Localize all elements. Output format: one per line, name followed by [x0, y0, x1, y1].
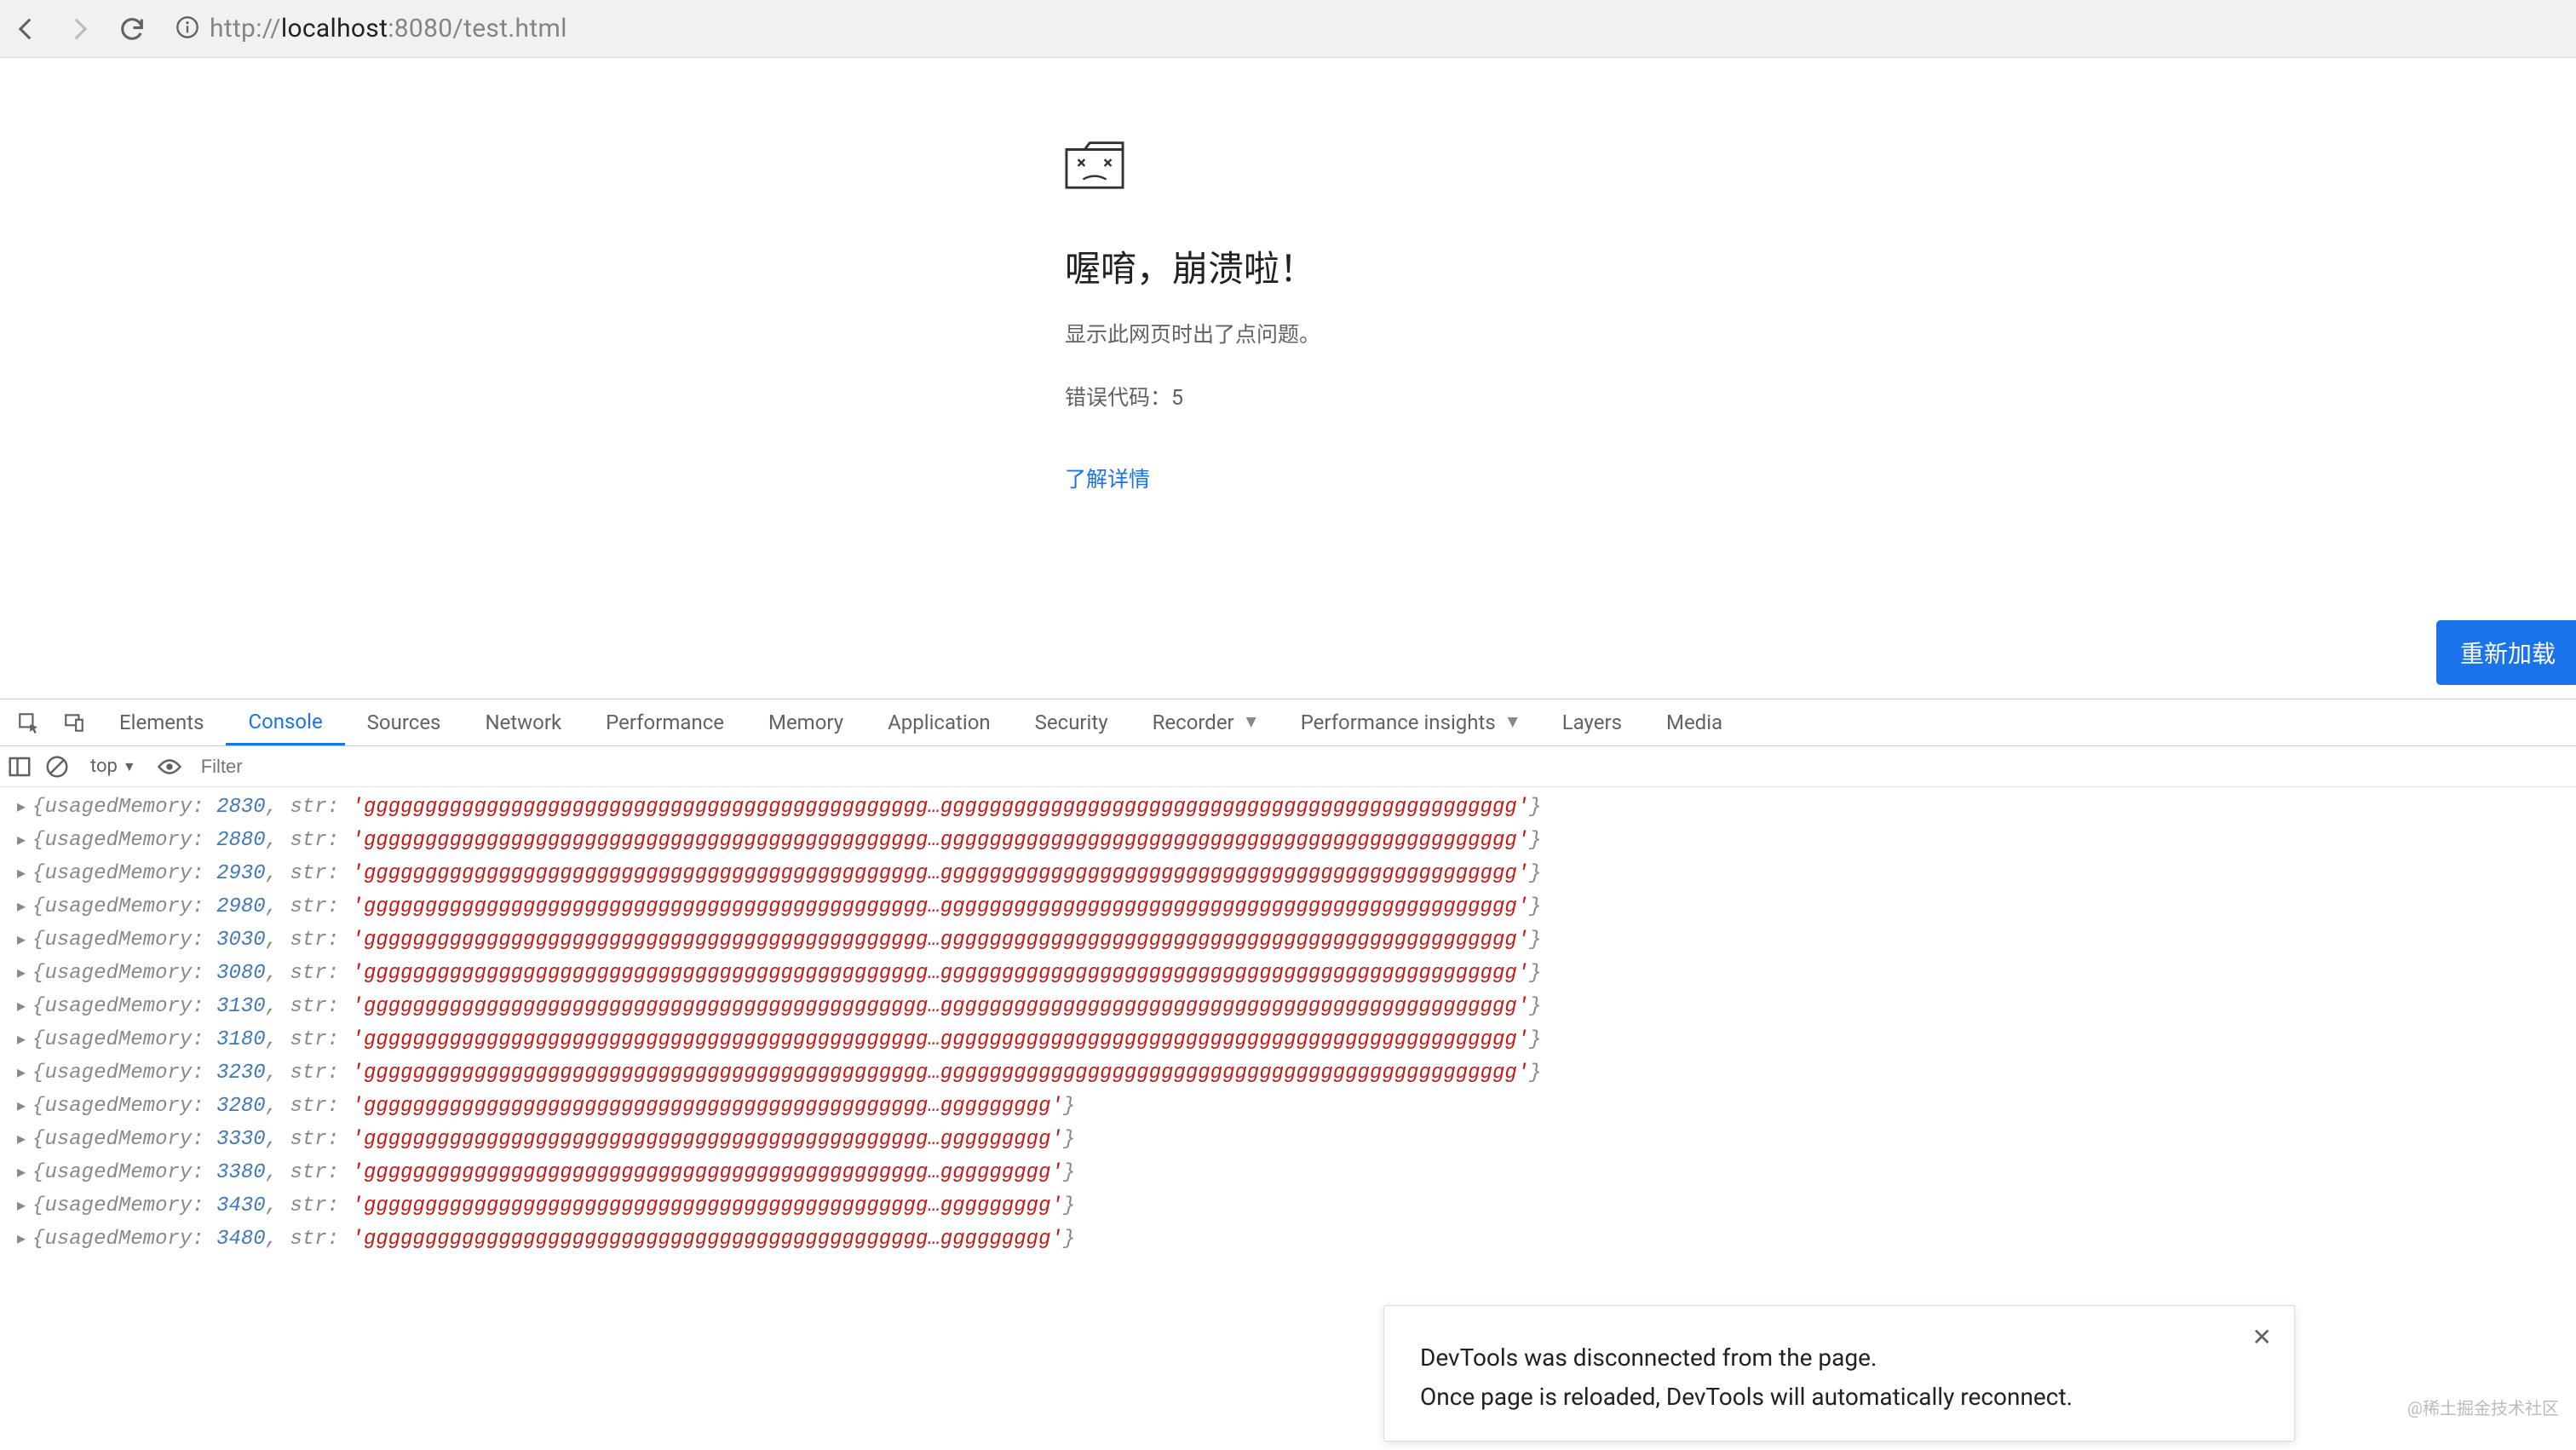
tab-network[interactable]: Network: [463, 699, 584, 745]
devices-icon: [63, 711, 85, 734]
disconnect-line1: DevTools was disconnected from the page.: [1420, 1338, 2258, 1378]
tab-application[interactable]: Application: [865, 699, 1013, 745]
log-row[interactable]: ▸{usagedMemory: 2980, str: 'gggggggggggg…: [0, 890, 2576, 924]
expand-icon[interactable]: ▸: [17, 796, 26, 818]
dead-folder-icon: [1065, 139, 1124, 190]
experimental-icon: [1246, 717, 1256, 728]
error-subtitle: 显示此网页时出了点问题。: [1065, 318, 1576, 348]
expand-icon[interactable]: ▸: [17, 1194, 26, 1217]
tab-sources[interactable]: Sources: [345, 699, 463, 745]
info-icon: [175, 15, 199, 39]
log-row[interactable]: ▸{usagedMemory: 3280, str: 'gggggggggggg…: [0, 1090, 2576, 1123]
clear-console-button[interactable]: [44, 754, 70, 780]
expand-icon[interactable]: ▸: [17, 929, 26, 951]
inspect-element-icon[interactable]: [15, 710, 41, 735]
expand-icon[interactable]: ▸: [17, 829, 26, 851]
reload-icon: [118, 14, 147, 43]
tab-memory[interactable]: Memory: [746, 699, 865, 745]
log-row[interactable]: ▸{usagedMemory: 2880, str: 'gggggggggggg…: [0, 824, 2576, 857]
reload-page-button[interactable]: 重新加载: [2436, 620, 2576, 685]
devtools-tabs: ElementsConsoleSourcesNetworkPerformance…: [0, 699, 2576, 746]
expand-icon[interactable]: ▸: [17, 995, 26, 1017]
browser-toolbar: http://localhost:8080/test.html: [0, 0, 2576, 58]
expand-icon[interactable]: ▸: [17, 962, 26, 984]
console-filter-bar: top▼: [0, 746, 2576, 787]
ban-icon: [44, 754, 70, 780]
error-page: 喔唷，崩溃啦！ 显示此网页时出了点问题。 错误代码：5 了解详情 重新加载: [0, 58, 2576, 697]
log-row[interactable]: ▸{usagedMemory: 3330, str: 'gggggggggggg…: [0, 1123, 2576, 1156]
toggle-sidebar-button[interactable]: [7, 754, 32, 780]
arrow-right-icon: [65, 14, 94, 43]
tab-console[interactable]: Console: [226, 699, 344, 745]
tab-performance-insights[interactable]: Performance insights: [1279, 699, 1540, 745]
nav-buttons: [12, 14, 147, 43]
select-icon: [17, 711, 39, 734]
reload-nav-button[interactable]: [118, 14, 147, 43]
log-row[interactable]: ▸{usagedMemory: 3430, str: 'gggggggggggg…: [0, 1189, 2576, 1223]
error-content: 喔唷，崩溃啦！ 显示此网页时出了点问题。 错误代码：5 了解详情: [1065, 139, 1576, 493]
expand-icon[interactable]: ▸: [17, 1228, 26, 1250]
console-filter-input[interactable]: [194, 752, 365, 781]
forward-button[interactable]: [65, 14, 94, 43]
log-row[interactable]: ▸{usagedMemory: 3180, str: 'gggggggggggg…: [0, 1023, 2576, 1056]
log-row[interactable]: ▸{usagedMemory: 2830, str: 'gggggggggggg…: [0, 791, 2576, 824]
devtools-panel: ElementsConsoleSourcesNetworkPerformance…: [0, 699, 2576, 1450]
devtools-disconnect-popup: ✕ DevTools was disconnected from the pag…: [1383, 1305, 2295, 1441]
arrow-left-icon: [12, 14, 41, 43]
expand-icon[interactable]: ▸: [17, 1095, 26, 1117]
log-row[interactable]: ▸{usagedMemory: 3130, str: 'gggggggggggg…: [0, 990, 2576, 1023]
expand-icon[interactable]: ▸: [17, 1028, 26, 1050]
console-log[interactable]: ▸{usagedMemory: 2830, str: 'gggggggggggg…: [0, 787, 2576, 1259]
expand-icon[interactable]: ▸: [17, 862, 26, 884]
expand-icon[interactable]: ▸: [17, 1062, 26, 1084]
tab-recorder[interactable]: Recorder: [1130, 699, 1279, 745]
log-row[interactable]: ▸{usagedMemory: 2930, str: 'gggggggggggg…: [0, 857, 2576, 890]
tab-media[interactable]: Media: [1644, 699, 1745, 745]
experimental-icon: [1508, 717, 1518, 728]
eye-icon: [157, 754, 182, 780]
back-button[interactable]: [12, 14, 41, 43]
watermark: @稀土掘金技术社区: [2407, 1395, 2559, 1419]
log-row[interactable]: ▸{usagedMemory: 3080, str: 'gggggggggggg…: [0, 957, 2576, 990]
log-row[interactable]: ▸{usagedMemory: 3230, str: 'gggggggggggg…: [0, 1056, 2576, 1090]
sidebar-icon: [7, 754, 32, 780]
tab-layers[interactable]: Layers: [1540, 699, 1644, 745]
site-info-icon[interactable]: [175, 15, 199, 43]
tab-performance[interactable]: Performance: [584, 699, 746, 745]
error-code: 错误代码：5: [1065, 381, 1576, 411]
tab-security[interactable]: Security: [1013, 699, 1130, 745]
log-row[interactable]: ▸{usagedMemory: 3030, str: 'gggggggggggg…: [0, 924, 2576, 957]
log-row[interactable]: ▸{usagedMemory: 3380, str: 'gggggggggggg…: [0, 1156, 2576, 1189]
live-expression-button[interactable]: [157, 754, 182, 780]
execution-context-selector[interactable]: top▼: [82, 756, 145, 777]
url-bar[interactable]: http://localhost:8080/test.html: [175, 9, 2564, 49]
log-row[interactable]: ▸{usagedMemory: 3480, str: 'gggggggggggg…: [0, 1223, 2576, 1256]
url-text: http://localhost:8080/test.html: [210, 14, 567, 43]
error-title: 喔唷，崩溃啦！: [1065, 240, 1576, 292]
expand-icon[interactable]: ▸: [17, 895, 26, 918]
device-toggle-icon[interactable]: [61, 710, 87, 735]
close-popup-button[interactable]: ✕: [2252, 1323, 2272, 1351]
expand-icon[interactable]: ▸: [17, 1128, 26, 1150]
learn-more-link[interactable]: 了解详情: [1065, 468, 1150, 492]
expand-icon[interactable]: ▸: [17, 1161, 26, 1183]
disconnect-line2: Once page is reloaded, DevTools will aut…: [1420, 1378, 2258, 1417]
tab-elements[interactable]: Elements: [97, 699, 226, 745]
devtools-tabs-container: ElementsConsoleSourcesNetworkPerformance…: [97, 699, 1745, 745]
